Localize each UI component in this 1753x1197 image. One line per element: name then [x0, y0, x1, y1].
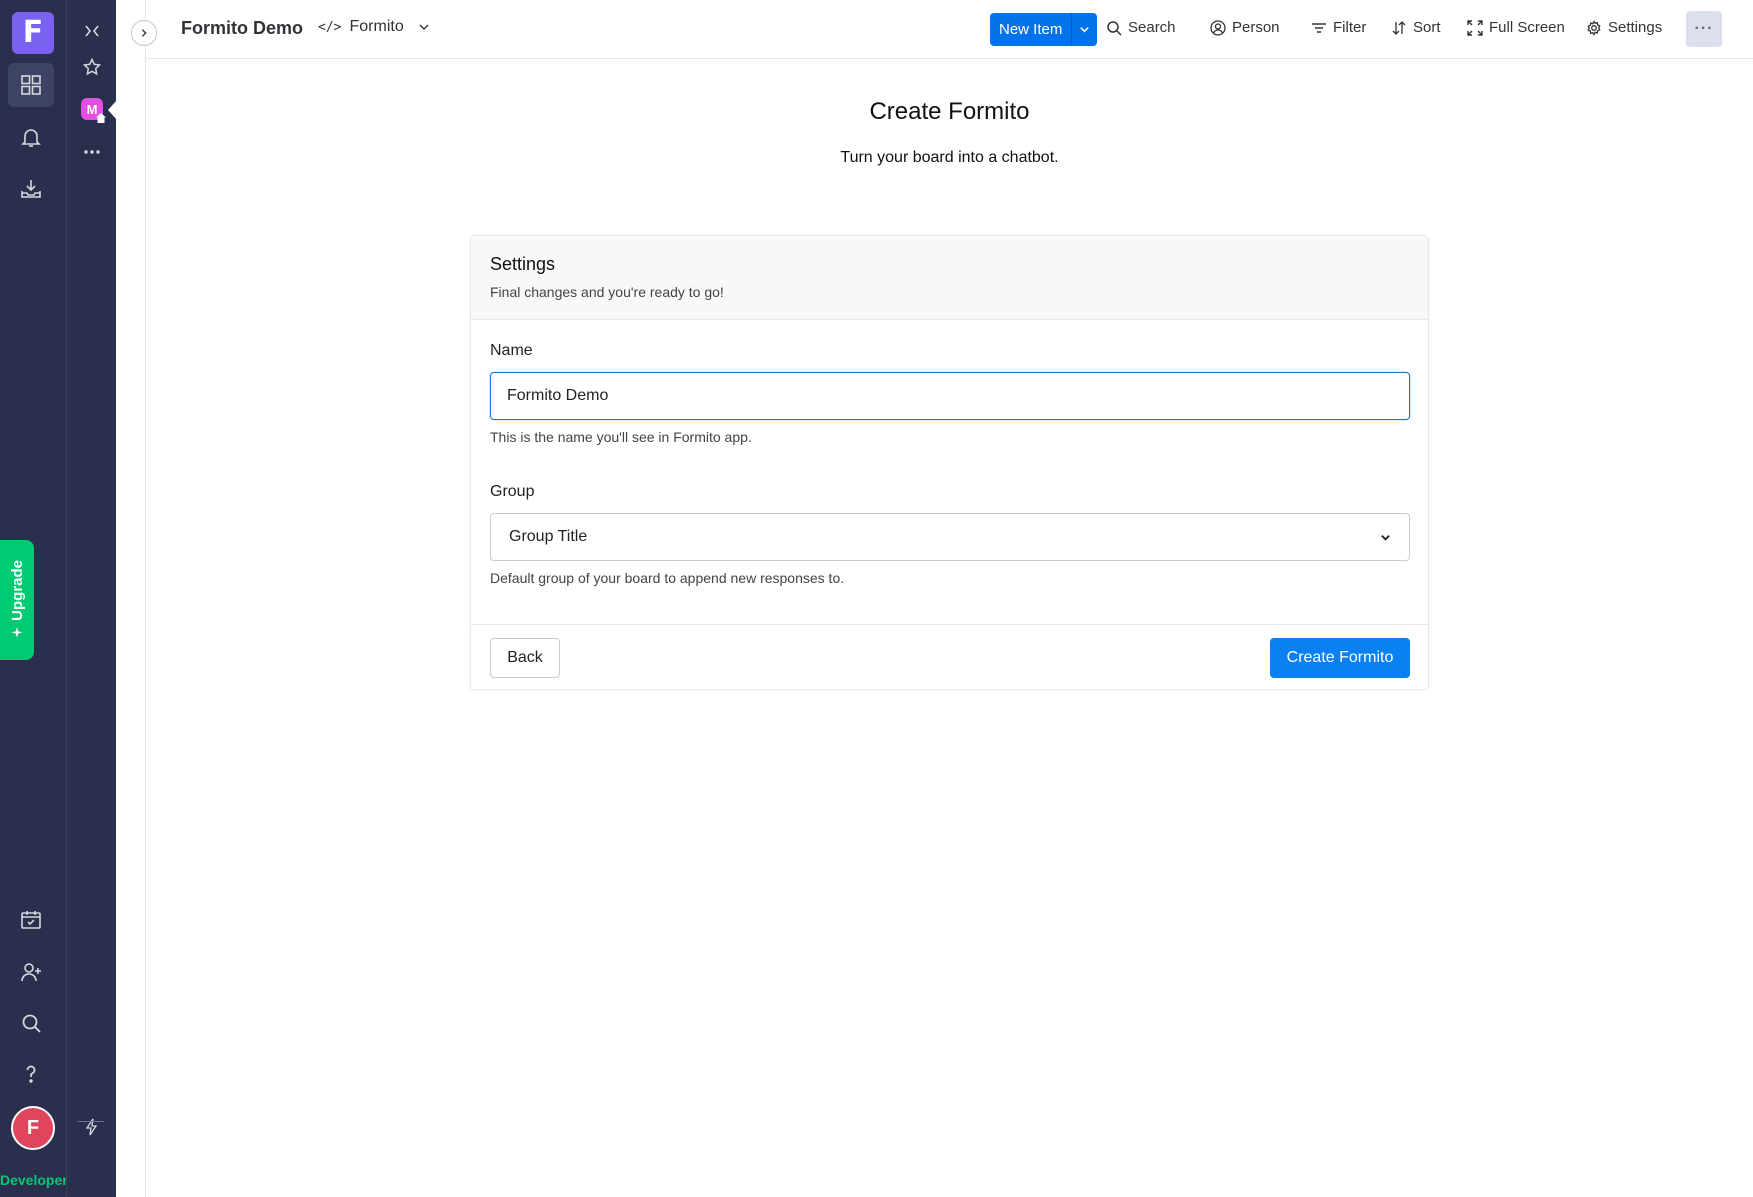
search-icon: [1107, 20, 1122, 36]
sort-label: Sort: [1413, 19, 1441, 36]
page-title: Create Formito: [869, 98, 1030, 125]
more-options-icon[interactable]: [75, 135, 109, 169]
filter-button[interactable]: Filter: [1311, 19, 1366, 36]
search-button[interactable]: Search: [1106, 19, 1176, 36]
page-subtitle: Turn your board into a chatbot.: [840, 149, 1059, 166]
full-screen-label: Full Screen: [1489, 19, 1565, 36]
person-label: Person: [1232, 19, 1280, 36]
upgrade-label: Upgrade: [8, 559, 26, 621]
board-title[interactable]: Formito Demo: [181, 18, 303, 39]
lightning-icon[interactable]: [75, 1110, 109, 1144]
new-item-button[interactable]: New Item: [990, 13, 1098, 46]
filter-icon: [1312, 22, 1326, 33]
back-button[interactable]: Back: [490, 638, 560, 678]
sort-button[interactable]: Sort: [1391, 19, 1441, 36]
sparkle-icon: [11, 627, 23, 639]
user-avatar[interactable]: F: [11, 1106, 55, 1150]
settings-card: Settings Final changes and you're ready …: [470, 235, 1429, 690]
name-label: Name: [490, 342, 533, 359]
search-label: Search: [1128, 19, 1176, 36]
left-rail: F Upgrade F Developer: [0, 0, 68, 1197]
collapse-strip: [116, 0, 146, 1197]
filter-label: Filter: [1333, 19, 1367, 36]
card-title: Settings: [490, 254, 556, 274]
invite-members-icon[interactable]: [8, 950, 54, 994]
card-header: Settings Final changes and you're ready …: [471, 236, 1428, 320]
full-screen-button[interactable]: Full Screen: [1467, 19, 1565, 36]
more-menu-button[interactable]: ···: [1686, 11, 1722, 47]
gear-icon: [1587, 19, 1601, 36]
help-question-icon[interactable]: [8, 1052, 54, 1096]
my-work-calendar-icon[interactable]: [8, 898, 54, 942]
panel-divider: [78, 1121, 104, 1122]
chevron-down-icon: [1381, 534, 1390, 541]
new-item-dropdown[interactable]: [1071, 13, 1097, 46]
upgrade-button[interactable]: Upgrade: [0, 540, 34, 660]
view-tab-label: Formito: [349, 18, 404, 35]
settings-label: Settings: [1608, 19, 1663, 36]
create-formito-button[interactable]: Create Formito: [1270, 638, 1410, 678]
group-label: Group: [490, 483, 535, 500]
new-item-label[interactable]: New Item: [990, 13, 1071, 46]
full-screen-icon: [1467, 19, 1483, 36]
workspaces-icon[interactable]: [8, 63, 54, 107]
favorites-star-icon[interactable]: [75, 50, 109, 84]
name-help-text: This is the name you'll see in Formito a…: [490, 429, 752, 445]
sort-icon: [1392, 20, 1406, 35]
notifications-bell-icon[interactable]: [8, 115, 54, 159]
search-icon[interactable]: [8, 1001, 54, 1045]
chevron-down-icon: [1080, 27, 1090, 33]
card-subtitle: Final changes and you're ready to go!: [490, 284, 724, 300]
secondary-panel: M: [66, 0, 116, 1197]
chevron-down-icon[interactable]: [418, 21, 430, 33]
plan-label: Developer: [0, 1172, 68, 1188]
settings-button[interactable]: Settings: [1586, 19, 1662, 36]
group-selected-value: Group Title: [509, 528, 588, 545]
footer-divider: [471, 624, 1428, 625]
board-header: Formito Demo </> Formito New Item Search…: [146, 0, 1753, 59]
inbox-download-icon[interactable]: [8, 167, 54, 211]
name-input[interactable]: [490, 372, 1410, 420]
group-help-text: Default group of your board to append ne…: [490, 570, 845, 586]
view-tab-formito[interactable]: </> Formito: [318, 18, 430, 36]
collapse-panel-icon[interactable]: [75, 14, 109, 48]
person-filter-button[interactable]: Person: [1210, 19, 1280, 36]
group-select[interactable]: Group Title: [490, 513, 1410, 561]
home-icon: [96, 113, 106, 123]
person-icon: [1210, 19, 1226, 36]
code-icon: </>: [318, 19, 342, 35]
app-logo[interactable]: F: [12, 12, 54, 54]
